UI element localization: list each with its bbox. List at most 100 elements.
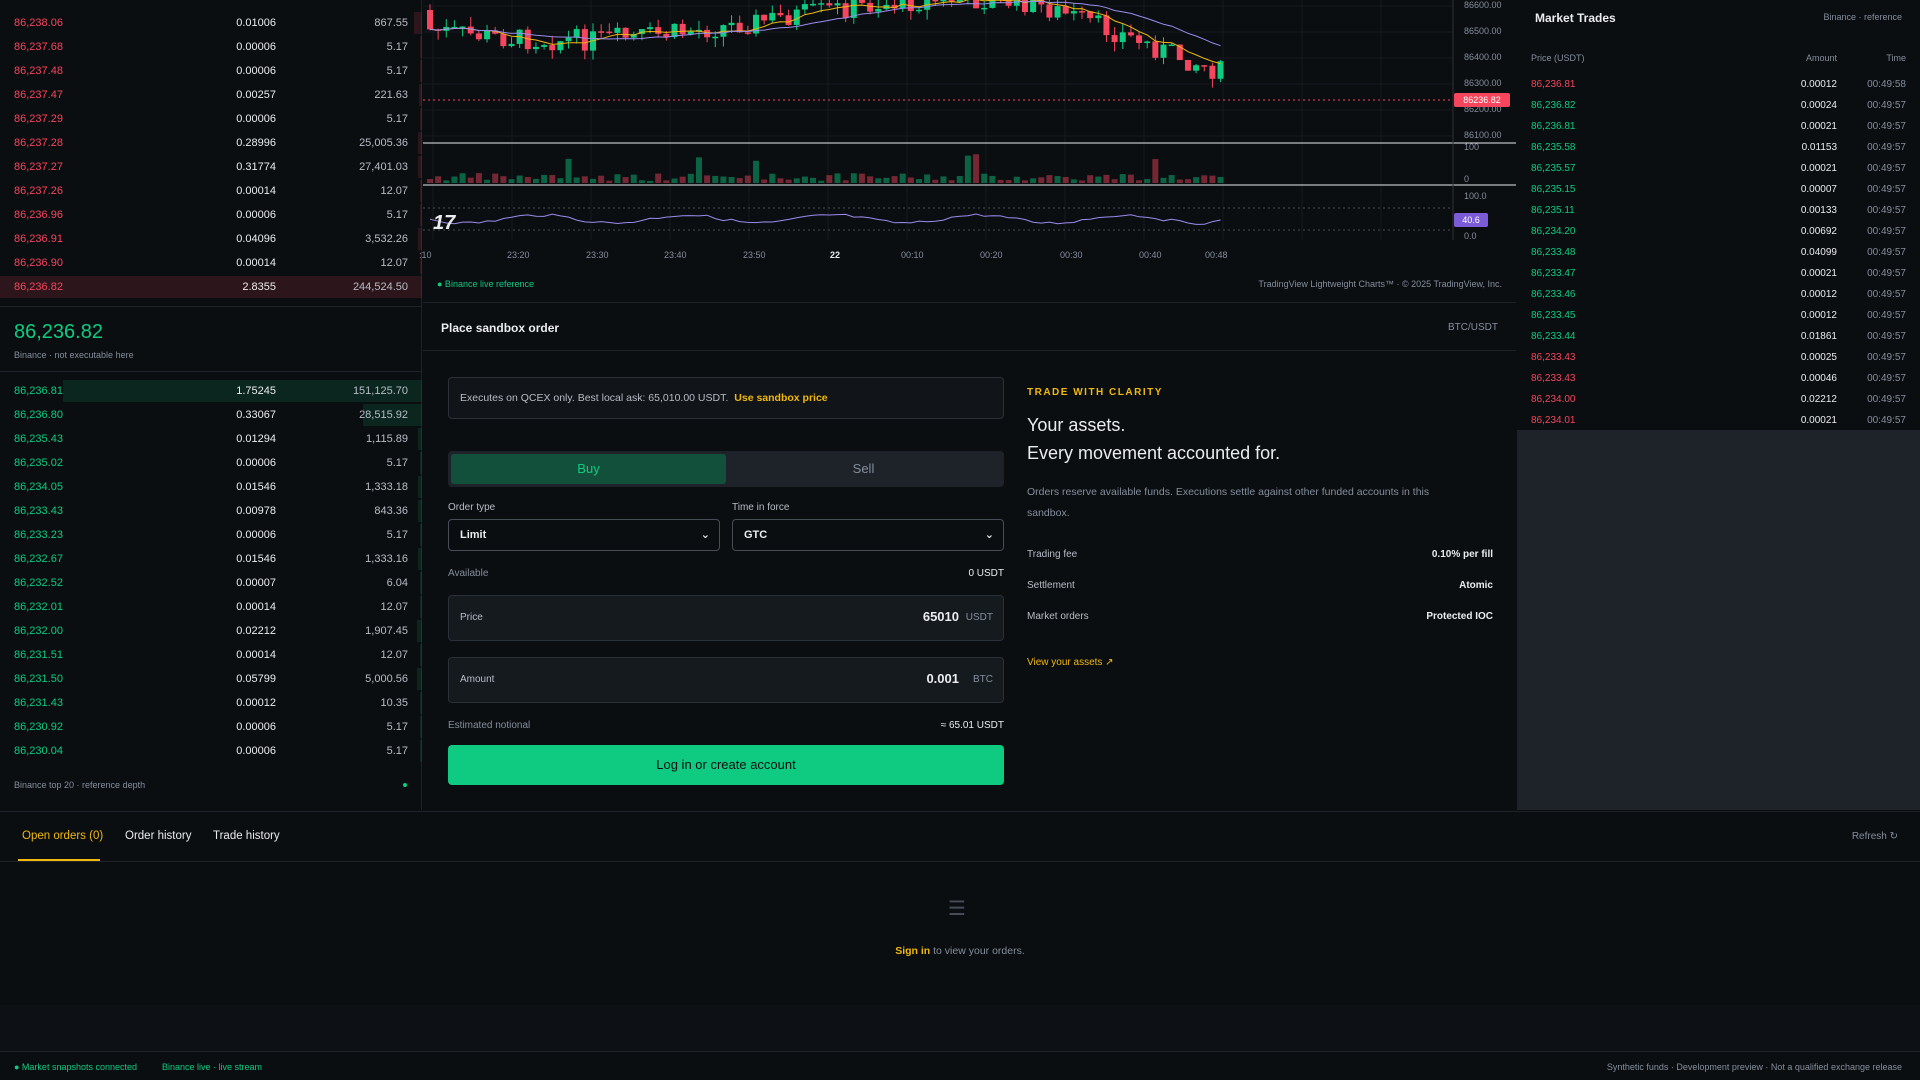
trade-row: 86,236.82 0.00024 00:49:57 bbox=[1517, 95, 1920, 116]
candle-body bbox=[1119, 32, 1126, 43]
price-input-value[interactable]: 65010 bbox=[923, 609, 959, 624]
volume-bar bbox=[427, 179, 433, 183]
order-panel: Place sandbox order BTC/USDT Executes on… bbox=[423, 302, 1516, 810]
ask-row[interactable]: 86,237.28 0.28996 25,005.36 bbox=[0, 131, 422, 155]
ask-row[interactable]: 86,237.68 0.00006 5.17 bbox=[0, 35, 422, 59]
ask-row[interactable]: 86,236.90 0.00014 12.07 bbox=[0, 251, 422, 275]
bid-row[interactable]: 86,236.81 1.75245 151,125.70 bbox=[0, 379, 422, 403]
ask-row[interactable]: 86,238.06 0.01006 867.55 bbox=[0, 11, 422, 35]
volume-bar bbox=[1136, 180, 1143, 183]
chart-canvas[interactable] bbox=[423, 0, 1516, 270]
ask-row[interactable]: 86,237.47 0.00257 221.63 bbox=[0, 83, 422, 107]
volume-bar bbox=[826, 175, 833, 183]
view-assets-link[interactable]: View your assets ↗ bbox=[1027, 657, 1114, 668]
bid-row[interactable]: 86,232.00 0.02212 1,907.45 bbox=[0, 619, 422, 643]
bid-row[interactable]: 86,230.92 0.00006 5.17 bbox=[0, 715, 422, 739]
sell-tab[interactable]: Sell bbox=[726, 454, 1001, 484]
bid-total: 5,000.56 bbox=[365, 673, 408, 685]
bid-price: 86,235.02 bbox=[14, 457, 63, 469]
ask-row[interactable]: 86,236.82 2.8355 244,524.50 bbox=[0, 275, 422, 299]
bid-price: 86,230.92 bbox=[14, 721, 63, 733]
volume-bar bbox=[516, 175, 523, 183]
depth-bar bbox=[418, 84, 422, 106]
bid-row[interactable]: 86,235.43 0.01294 1,115.89 bbox=[0, 427, 422, 451]
candle-body bbox=[647, 27, 654, 30]
volume-bar bbox=[1070, 179, 1077, 183]
bid-total: 1,115.89 bbox=[365, 433, 408, 445]
volume-bar bbox=[1111, 179, 1118, 183]
volume-bar bbox=[736, 178, 743, 183]
ask-total: 12.07 bbox=[380, 185, 408, 197]
amount-input-value[interactable]: 0.001 bbox=[926, 671, 959, 686]
trade-row: 86,234.20 0.00692 00:49:57 bbox=[1517, 221, 1920, 242]
amount-input[interactable]: Amount 0.001 BTC bbox=[448, 657, 1004, 703]
volume-bar bbox=[1184, 179, 1191, 183]
ask-row[interactable]: 86,236.91 0.04096 3,532.26 bbox=[0, 227, 422, 251]
candle-body bbox=[573, 29, 580, 38]
volume-bar bbox=[647, 180, 654, 183]
ask-row[interactable]: 86,237.27 0.31774 27,401.03 bbox=[0, 155, 422, 179]
signin-link[interactable]: Sign in bbox=[895, 945, 930, 957]
bid-row[interactable]: 86,231.51 0.00014 12.07 bbox=[0, 643, 422, 667]
ask-row[interactable]: 86,237.29 0.00006 5.17 bbox=[0, 107, 422, 131]
ask-row[interactable]: 86,237.48 0.00006 5.17 bbox=[0, 59, 422, 83]
bid-row[interactable]: 86,231.43 0.00012 10.35 bbox=[0, 691, 422, 715]
volume-bar bbox=[793, 178, 800, 183]
bid-row[interactable]: 86,231.50 0.05799 5,000.56 bbox=[0, 667, 422, 691]
candle-body bbox=[761, 14, 768, 21]
bid-row[interactable]: 86,233.23 0.00006 5.17 bbox=[0, 523, 422, 547]
buy-tab[interactable]: Buy bbox=[451, 454, 726, 484]
candle-body bbox=[1160, 44, 1167, 58]
bid-row[interactable]: 86,230.04 0.00006 5.17 bbox=[0, 739, 422, 763]
depth-bar bbox=[419, 204, 422, 226]
volume-bar bbox=[891, 176, 898, 183]
login-button[interactable]: Log in or create account bbox=[448, 745, 1004, 785]
bid-amount: 0.05799 bbox=[236, 673, 276, 685]
notional-value: ≈ 65.01 USDT bbox=[940, 720, 1004, 731]
trade-price: 86,234.01 bbox=[1531, 415, 1576, 426]
bid-row[interactable]: 86,235.02 0.00006 5.17 bbox=[0, 451, 422, 475]
volume-bar bbox=[475, 173, 482, 183]
depth-bar bbox=[417, 156, 422, 178]
trade-row: 86,235.58 0.01153 00:49:57 bbox=[1517, 137, 1920, 158]
volume-bar bbox=[858, 173, 865, 183]
tab-open-orders[interactable]: Open orders (0) bbox=[22, 830, 103, 842]
ask-amount: 0.00257 bbox=[236, 89, 276, 101]
bid-amount: 0.00012 bbox=[236, 697, 276, 709]
ask-row[interactable]: 86,237.26 0.00014 12.07 bbox=[0, 179, 422, 203]
volume-bar bbox=[916, 179, 922, 183]
price-input[interactable]: Price 65010 USDT bbox=[448, 595, 1004, 641]
tab-trade-history[interactable]: Trade history bbox=[213, 830, 280, 842]
tab-order-history[interactable]: Order history bbox=[125, 830, 191, 842]
volume-bar bbox=[1119, 174, 1126, 183]
ask-price: 86,237.29 bbox=[14, 113, 63, 125]
trade-time: 00:49:57 bbox=[1867, 352, 1906, 363]
order-type-select[interactable]: Limit ⌄ bbox=[448, 519, 720, 551]
bid-amount: 0.00006 bbox=[236, 529, 276, 541]
tradingview-logo-icon[interactable]: 17 bbox=[433, 212, 455, 235]
last-price-tag: 86236.82 bbox=[1454, 93, 1510, 107]
ask-row[interactable]: 86,236.96 0.00006 5.17 bbox=[0, 203, 422, 227]
bid-row[interactable]: 86,232.01 0.00014 12.07 bbox=[0, 595, 422, 619]
depth-bar bbox=[417, 428, 422, 450]
bid-row[interactable]: 86,232.52 0.00007 6.04 bbox=[0, 571, 422, 595]
bid-amount: 0.00006 bbox=[236, 457, 276, 469]
ask-amount: 0.00014 bbox=[236, 185, 276, 197]
rsi-axis-top: 100.0 bbox=[1464, 191, 1487, 201]
use-sandbox-price-link[interactable]: Use sandbox price bbox=[734, 392, 827, 404]
price-chart[interactable]: 86600.00 86500.00 86400.00 86300.00 86200.00… bbox=[419, 0, 1516, 300]
bid-row[interactable]: 86,233.43 0.00978 843.36 bbox=[0, 499, 422, 523]
mid-price: 86,236.82 bbox=[14, 321, 103, 343]
bid-row[interactable]: 86,234.05 0.01546 1,333.18 bbox=[0, 475, 422, 499]
bid-row[interactable]: 86,232.67 0.01546 1,333.16 bbox=[0, 547, 422, 571]
bid-row[interactable]: 86,236.80 0.33067 28,515.92 bbox=[0, 403, 422, 427]
candle-body bbox=[1103, 15, 1110, 36]
trade-time: 00:49:57 bbox=[1867, 121, 1906, 132]
price-input-label: Price bbox=[460, 612, 483, 623]
time-in-force-select[interactable]: GTC ⌄ bbox=[732, 519, 1004, 551]
candle-body bbox=[1062, 6, 1069, 14]
price-unit: USDT bbox=[965, 612, 993, 623]
refresh-button[interactable]: Refresh ↻ bbox=[1852, 831, 1898, 842]
notional-label: Estimated notional bbox=[448, 720, 531, 731]
depth-bar bbox=[419, 36, 422, 58]
